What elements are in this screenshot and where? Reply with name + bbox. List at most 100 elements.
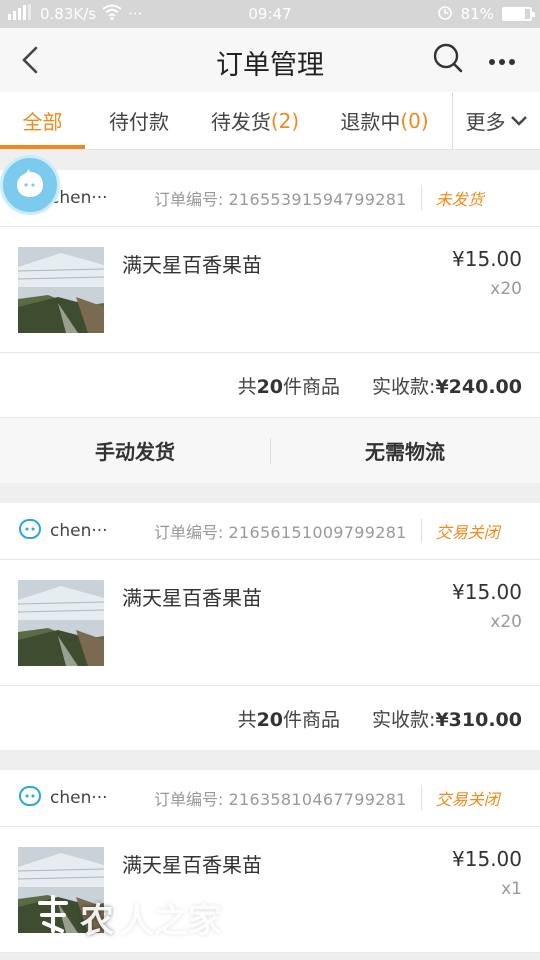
order-header: chen··· 订单编号: 21655391594799281 未发货 [0,170,540,227]
search-button[interactable] [432,42,464,78]
divider [420,786,422,810]
order-number: 订单编号: 21655391594799281 [154,186,407,210]
paid-amount: 实收款:¥310.00 [372,705,522,732]
order-item[interactable]: 满天星百香果苗 ¥15.00 x1 [0,827,540,953]
tab-refunding-label: 退款中 [340,110,401,134]
item-count: 共20件商品 [238,705,340,732]
item-price-block: ¥15.00 x20 [452,247,522,332]
more-dots-icon [489,58,515,65]
battery-percent: 81% [460,5,494,23]
nav-actions [432,42,540,78]
divider [420,519,422,543]
order-card[interactable]: chen··· 订单编号: 21635810467799281 交易关闭 满天星… [0,770,540,953]
floating-assistant-button[interactable] [0,155,60,215]
paid-label: 实收款: [372,375,436,398]
tab-refunding-count: (0) [400,108,429,133]
chevron-down-icon [510,115,527,126]
chat-bubble-icon [17,169,43,197]
item-count: 共20件商品 [238,372,340,399]
shop-info[interactable]: chen··· [18,517,148,546]
product-price: ¥15.00 [452,580,522,604]
battery-fill [504,9,526,19]
item-count-value: 20 [256,708,284,731]
order-summary: 共20件商品 实收款:¥240.00 [0,353,540,417]
shop-avatar-icon [18,517,42,546]
item-count-prefix: 共 [237,708,257,731]
item-count-suffix: 件商品 [283,375,341,398]
no-logistics-button[interactable]: 无需物流 [270,418,540,483]
tab-all[interactable]: 全部 [0,92,85,149]
shop-name: chen··· [50,521,108,541]
paid-value: ¥240.00 [435,375,522,398]
product-quantity: x20 [490,612,522,632]
order-number-value: 21635810467799281 [228,790,407,809]
tab-pending-ship-count: (2) [270,108,300,133]
order-item[interactable]: 满天星百香果苗 ¥15.00 x20 [0,560,540,686]
product-thumbnail [18,580,104,666]
tab-pending-ship-label: 待发货 [210,110,271,134]
tab-pending-ship[interactable]: 待发货 (2) [193,92,317,149]
shop-info[interactable]: chen··· [18,784,148,813]
manual-ship-button[interactable]: 手动发货 [0,418,270,483]
order-header: chen··· 订单编号: 21635810467799281 交易关闭 [0,770,540,827]
order-number: 订单编号: 21635810467799281 [154,786,407,810]
product-quantity: x1 [501,879,522,899]
product-quantity: x20 [490,279,522,299]
order-status: 交易关闭 [435,523,500,542]
chevron-left-icon [22,46,38,74]
alarm-icon [437,4,453,24]
order-number-label: 订单编号: [154,523,224,542]
tab-all-label: 全部 [22,110,63,134]
paid-amount: 实收款:¥240.00 [372,372,522,399]
paid-value: ¥310.00 [435,708,522,731]
signal-icon [8,4,34,24]
tab-refunding[interactable]: 退款中 (0) [317,92,452,149]
order-number-label: 订单编号: [154,190,224,209]
nav-bar: 订单管理 [0,28,540,92]
tab-more[interactable]: 更多 [452,92,540,149]
back-button[interactable] [0,28,60,92]
item-count-prefix: 共 [237,375,257,398]
more-notifications-icon: ··· [128,5,143,23]
order-tabs: 全部 待付款 待发货 (2) 退款中 (0) 更多 [0,92,540,150]
status-left: 0.83K/s ··· [8,4,142,24]
order-summary: 共20件商品 实收款:¥310.00 [0,686,540,750]
item-price-block: ¥15.00 x1 [452,847,522,932]
wifi-icon [102,4,122,24]
order-item[interactable]: 满天星百香果苗 ¥15.00 x20 [0,227,540,353]
divider [420,186,422,210]
product-name: 满天星百香果苗 [122,586,262,610]
status-bar: 0.83K/s ··· 09:47 81% [0,0,540,28]
order-status: 交易关闭 [435,790,500,809]
item-count-suffix: 件商品 [283,708,341,731]
order-header: chen··· 订单编号: 21656151009799281 交易关闭 [0,503,540,560]
battery-icon [502,7,535,21]
more-menu-button[interactable] [488,51,516,70]
order-card[interactable]: chen··· 订单编号: 21656151009799281 交易关闭 满天星… [0,503,540,750]
network-speed: 0.83K/s [40,5,97,23]
order-number-label: 订单编号: [154,790,224,809]
order-number-value: 21656151009799281 [228,523,407,542]
paid-label: 实收款: [372,708,436,731]
order-status: 未发货 [435,190,484,209]
product-name: 满天星百香果苗 [122,853,262,877]
product-name: 满天星百香果苗 [122,253,262,277]
order-number-value: 21655391594799281 [228,190,407,209]
tab-pending-payment-label: 待付款 [109,110,169,134]
shop-name: chen··· [50,788,108,808]
shop-avatar-icon [18,784,42,813]
tab-more-label: 更多 [465,110,506,134]
search-icon [433,43,463,73]
product-thumbnail [18,847,104,933]
order-actions: 手动发货 无需物流 [0,417,540,483]
item-count-value: 20 [256,375,284,398]
status-right: 81% [437,4,535,24]
product-price: ¥15.00 [452,247,522,271]
item-price-block: ¥15.00 x20 [452,580,522,665]
product-thumbnail [18,247,104,333]
tab-pending-payment[interactable]: 待付款 [85,92,193,149]
order-card[interactable]: chen··· 订单编号: 21655391594799281 未发货 满天星百… [0,170,540,483]
